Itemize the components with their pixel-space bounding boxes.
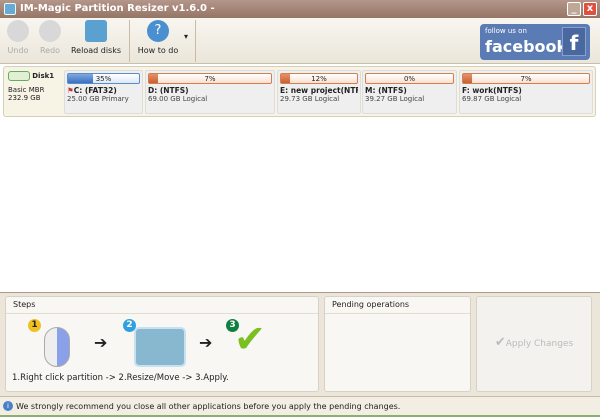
step-3-badge: 3 [226, 319, 239, 332]
partition-m[interactable]: 0% M: (NTFS) 39.27 GB Logical [362, 70, 457, 114]
flag-icon: ⚑ [67, 86, 74, 95]
reload-disks-button[interactable]: Reload disks [68, 20, 124, 55]
resize-disk-icon [134, 327, 186, 367]
status-bar: i We strongly recommend you close all ot… [0, 396, 600, 417]
info-icon: i [3, 401, 13, 411]
toolbar-separator [195, 20, 196, 62]
toolbar-separator [129, 20, 130, 62]
redo-button[interactable]: Redo [36, 20, 64, 55]
disk-size: 232.9 GB [8, 94, 41, 102]
disk-info[interactable]: Disk1 Basic MBR 232.9 GB [8, 71, 62, 102]
partition-name: F: work(NTFS) [462, 86, 522, 95]
disk-name: Disk1 [32, 72, 55, 80]
usage-bar: 35% [67, 73, 140, 84]
status-text: We strongly recommend you close all othe… [16, 402, 401, 411]
facebook-text: facebook [485, 37, 568, 56]
partition-info: 29.73 GB Logical [280, 95, 340, 103]
pending-operations-panel: Pending operations [324, 296, 471, 392]
partition-name: C: (FAT32) [73, 86, 117, 95]
disk-map: Disk1 Basic MBR 232.9 GB 35% ⚑C: (FAT32)… [3, 66, 596, 117]
partition-d[interactable]: 7% D: (NTFS) 69.00 GB Logical [145, 70, 275, 114]
facebook-logo-icon: f [562, 27, 586, 56]
apply-changes-button[interactable]: ✔Apply Changes [476, 296, 592, 392]
usage-bar: 12% [280, 73, 358, 84]
steps-title: Steps [6, 297, 318, 314]
usage-bar: 7% [148, 73, 272, 84]
mouse-icon [44, 327, 70, 367]
reload-icon [85, 20, 107, 42]
step-2-badge: 2 [123, 319, 136, 332]
partition-info: 69.00 GB Logical [148, 95, 208, 103]
window-title: IM-Magic Partition Resizer v1.6.0 - [20, 3, 215, 14]
partition-f[interactable]: 7% F: work(NTFS) 69.87 GB Logical [459, 70, 593, 114]
apply-label: Apply Changes [505, 339, 574, 349]
minimize-button[interactable]: _ [567, 2, 581, 16]
reload-label: Reload disks [70, 46, 122, 55]
howto-dropdown-icon[interactable]: ▾ [184, 32, 188, 41]
apply-check-icon: ✔ [494, 335, 506, 350]
arrow-icon: ➔ [94, 333, 108, 352]
pending-title: Pending operations [325, 297, 470, 314]
facebook-button[interactable]: follow us on facebook f [480, 24, 590, 60]
undo-label: Undo [7, 46, 29, 55]
partition-c[interactable]: 35% ⚑C: (FAT32) 25.00 GB Primary [64, 70, 143, 114]
partition-info: 39.27 GB Logical [365, 95, 425, 103]
partition-name: D: (NTFS) [148, 86, 189, 95]
help-icon: ? [147, 20, 169, 42]
partition-name: M: (NTFS) [365, 86, 407, 95]
step-1-badge: 1 [28, 319, 41, 332]
facebook-follow-text: follow us on [485, 27, 527, 35]
undo-button[interactable]: Undo [4, 20, 32, 55]
steps-instructions: 1.Right click partition -> 2.Resize/Move… [12, 373, 229, 383]
partition-info: 25.00 GB Primary [67, 95, 129, 103]
partition-info: 69.87 GB Logical [462, 95, 522, 103]
howto-label: How to do [137, 46, 179, 55]
disk-icon [8, 71, 30, 81]
steps-panel: Steps 1 ➔ 2 ➔ ✔ 3 1.Right click partitio… [5, 296, 319, 392]
usage-bar: 0% [365, 73, 454, 84]
close-button[interactable]: x [583, 2, 597, 16]
disk-type: Basic MBR [8, 86, 45, 94]
title-bar: IM-Magic Partition Resizer v1.6.0 - _ x [0, 0, 600, 18]
undo-icon [7, 20, 29, 42]
partition-e[interactable]: 12% E: new project(NTF... 29.73 GB Logic… [277, 70, 361, 114]
arrow-icon: ➔ [199, 333, 213, 352]
app-icon [4, 3, 16, 15]
redo-label: Redo [39, 46, 61, 55]
how-to-do-button[interactable]: ? How to do [134, 20, 182, 55]
partition-name: E: new project(NTF... [280, 86, 358, 95]
redo-icon [39, 20, 61, 42]
usage-bar: 7% [462, 73, 590, 84]
